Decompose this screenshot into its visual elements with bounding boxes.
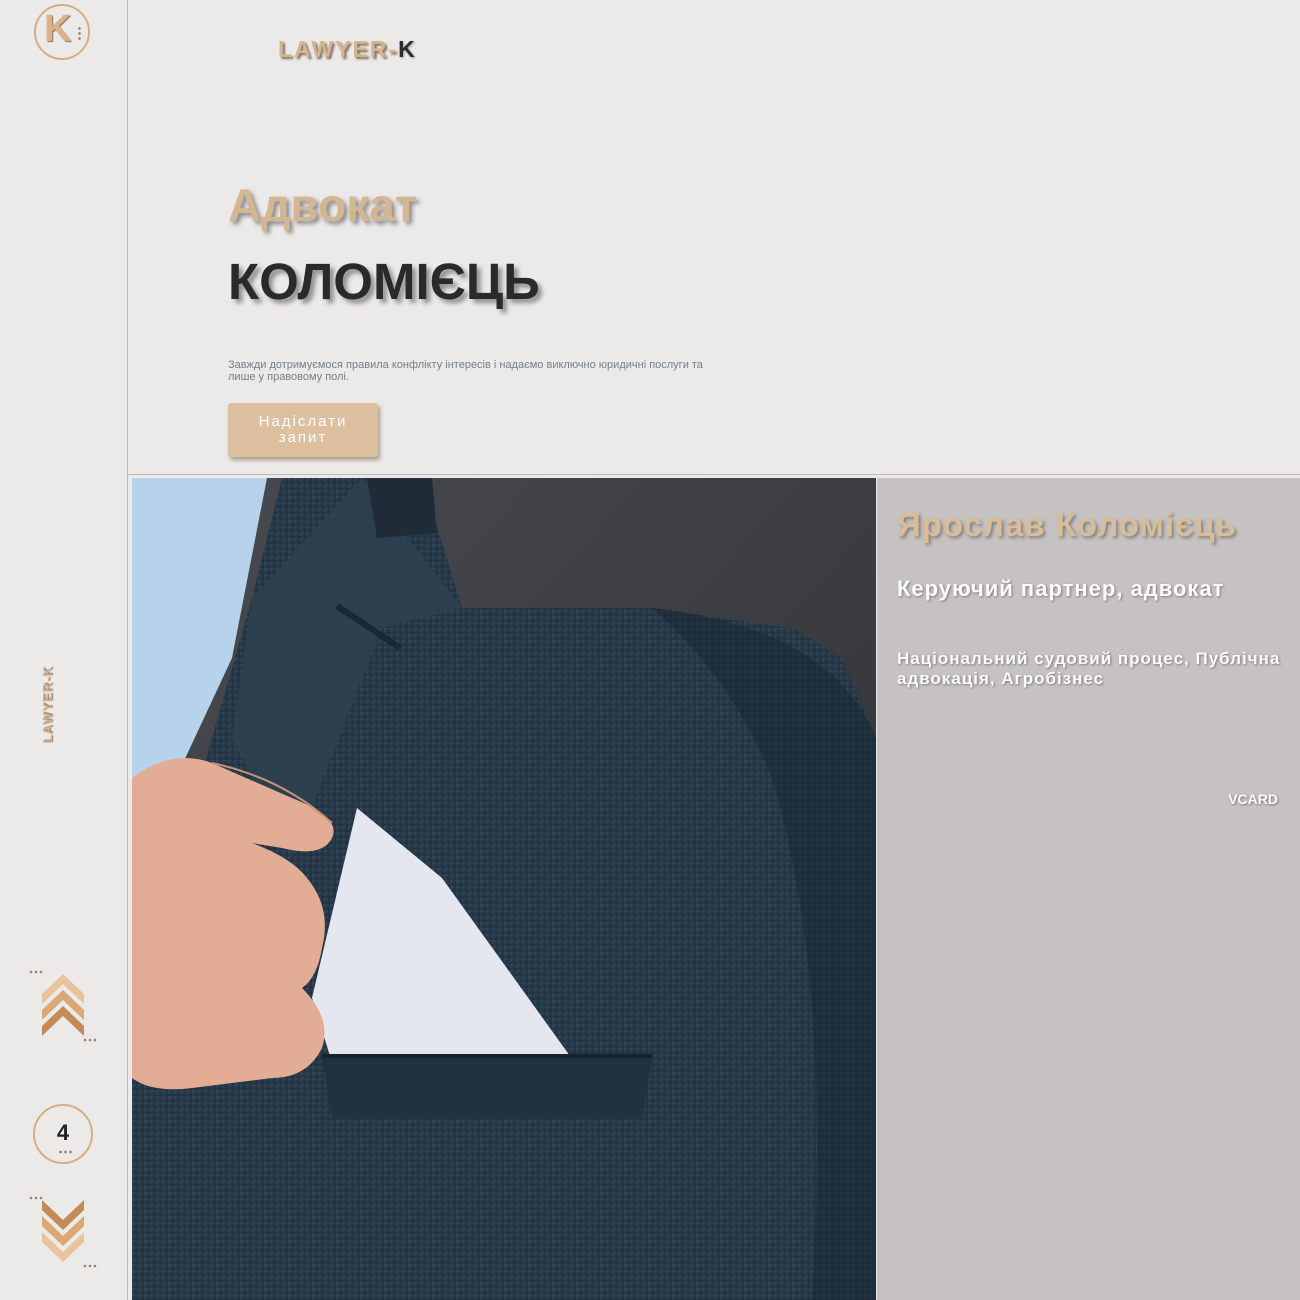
hero-section: LAWYER-K Адвокат КОЛОМІЄЦЬ Завжди дотрим… [128,0,1300,475]
logo-letter: K [44,8,72,50]
profile-role: Керуючий партнер, адвокат [897,576,1225,601]
double-chevron-up-icon [29,970,97,1042]
brand-main-text: LAWYER- [278,36,399,62]
profile-name: Ярослав Коломієць [897,506,1237,543]
send-request-button[interactable]: Надіслати запит [228,403,378,457]
hero-description: Завжди дотримуємося правила конфлікту ін… [228,359,703,383]
brand-accent-text: K [398,36,417,62]
logo[interactable]: K [34,4,90,60]
profile-practice-areas: Національний судовий процес, Публічна ад… [897,649,1281,688]
profile-photo [132,478,876,1300]
page-counter: 4 [33,1104,93,1164]
logo-dots-decoration [78,26,81,40]
profile-panel: Ярослав Коломієць Керуючий партнер, адво… [877,478,1300,1300]
page-counter-dots [58,1150,72,1154]
vcard-link[interactable]: VCARD [1228,791,1278,807]
hero-title-line1: Адвокат [228,179,418,231]
scroll-down-button[interactable] [28,1192,100,1272]
sidebar-brand-vertical: LAWYER-K [40,666,55,744]
page-number: 4 [56,1120,70,1145]
suit-business-card-image [132,478,876,1300]
sidebar: K LAWYER-K 4 [0,0,128,1300]
double-chevron-down-icon [29,1196,97,1268]
site-brand[interactable]: LAWYER-K [278,36,417,63]
scroll-up-button[interactable] [28,966,100,1046]
hero-title-line2: КОЛОМІЄЦЬ [228,253,540,310]
